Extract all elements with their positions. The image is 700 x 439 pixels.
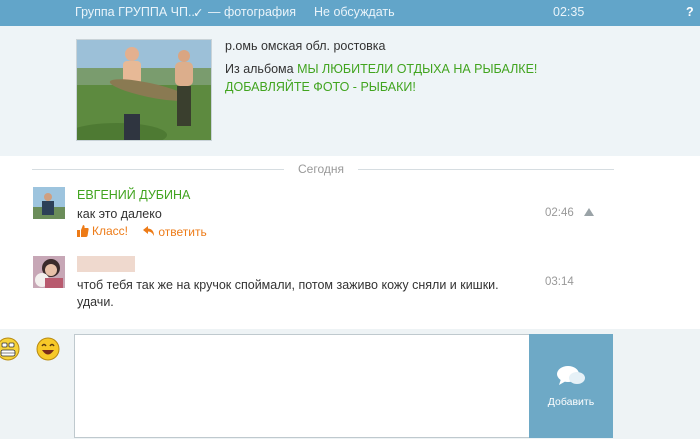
avatar[interactable] xyxy=(33,256,65,288)
check-icon: ✓ xyxy=(193,6,204,20)
add-comment-button[interactable]: Добавить xyxy=(529,334,613,438)
like-label[interactable]: Класс! xyxy=(92,224,128,238)
thumbs-up-icon xyxy=(77,225,89,237)
comment-text: чтоб тебя так же на кручок споймали, пот… xyxy=(77,277,517,311)
group-link[interactable]: Группа ГРУППА ЧП... xyxy=(75,5,198,19)
reply-button[interactable]: ответить xyxy=(143,225,207,239)
photo-breadcrumb: — фотография xyxy=(208,5,296,19)
discussion-panel: р.омь омская обл. ростовка Из альбома МЫ… xyxy=(0,26,700,329)
add-comment-label[interactable]: Добавить xyxy=(529,396,613,408)
album-link[interactable]: МЫ ЛЮБИТЕЛИ ОТДЫХА НА РЫБАЛКЕ! xyxy=(297,62,537,76)
comment-author-redacted[interactable] xyxy=(77,256,135,272)
avatar[interactable] xyxy=(33,187,65,219)
reply-label[interactable]: ответить xyxy=(158,225,206,239)
post-author: р.омь омская обл. ростовка xyxy=(225,39,386,53)
laughing-emoji-icon[interactable] xyxy=(36,337,60,361)
like-button[interactable]: Класс! xyxy=(77,224,128,238)
comment-time: 02:46 xyxy=(545,207,574,219)
comment-text-line1: чтоб тебя так же на кручок споймали, пот… xyxy=(77,278,499,292)
album-link-line2[interactable]: ДОБАВЛЯЙТЕ ФОТО - РЫБАКИ! xyxy=(225,80,416,94)
comment-input[interactable] xyxy=(74,334,530,438)
comment-text-line2: удачи. xyxy=(77,295,114,309)
top-bar: Группа ГРУППА ЧП... ✓ — фотография Не об… xyxy=(0,0,700,26)
grin-emoji-icon[interactable] xyxy=(0,337,20,361)
date-separator: Сегодня xyxy=(298,162,344,176)
separator-line-left xyxy=(32,169,284,170)
post-photo[interactable] xyxy=(76,39,212,141)
comment-time: 03:14 xyxy=(545,276,574,288)
comment-text: как это далеко xyxy=(77,207,162,221)
do-not-discuss-link[interactable]: Не обсуждать xyxy=(314,5,395,19)
report-flag-icon[interactable] xyxy=(584,208,594,216)
reply-arrow-icon xyxy=(143,226,155,236)
help-icon[interactable]: ? xyxy=(686,5,694,19)
comment-actions: Класс! ответить xyxy=(77,224,219,240)
header-time: 02:35 xyxy=(553,5,585,19)
post-album-info: Из альбома МЫ ЛЮБИТЕЛИ ОТДЫХА НА РЫБАЛКЕ… xyxy=(225,60,555,96)
comment-author[interactable]: ЕВГЕНИЙ ДУБИНА xyxy=(77,188,190,202)
album-prefix: Из альбома xyxy=(225,62,294,76)
comment-composer: Добавить xyxy=(0,329,700,439)
separator-line-right xyxy=(358,169,614,170)
speech-bubbles-icon xyxy=(557,366,585,385)
